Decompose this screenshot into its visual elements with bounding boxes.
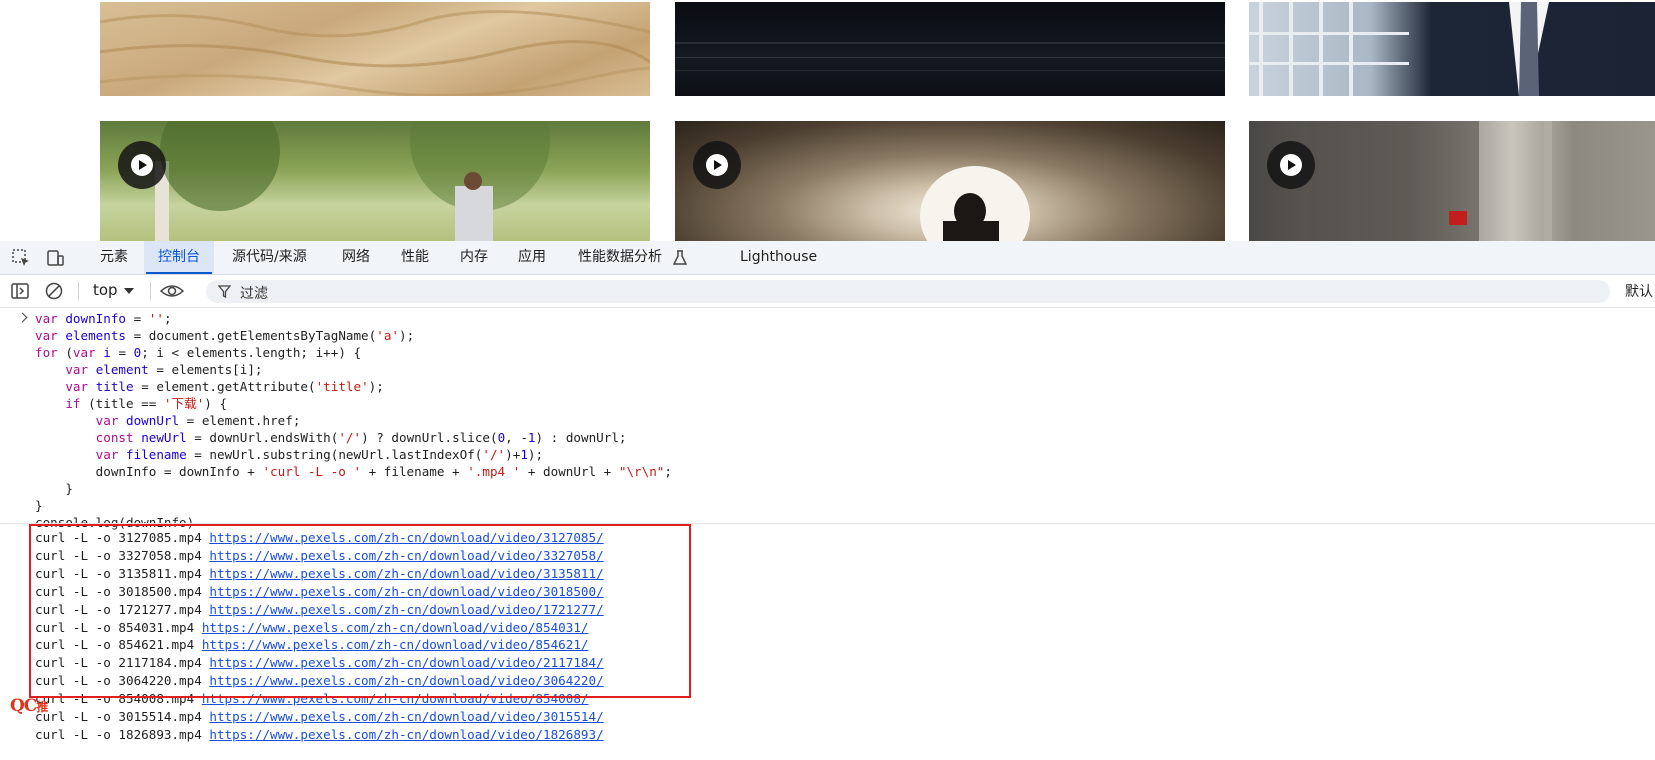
video-thumbnail-tunnel[interactable] [675, 121, 1225, 241]
code-line: var element = elements[i]; [65, 362, 263, 377]
video-thumbnail-forest[interactable] [100, 121, 650, 241]
log-line: curl -L -o 1826893.mp4 https://www.pexel… [35, 726, 604, 744]
code-line: var downUrl = element.href; [95, 413, 301, 428]
device-toolbar-icon[interactable] [44, 247, 66, 269]
code-line: } [35, 481, 73, 496]
code-line: var title = element.getAttribute('title'… [65, 379, 384, 394]
tab-application[interactable]: 应用 [518, 241, 546, 274]
video-thumbnail-businessman[interactable] [1249, 2, 1655, 96]
code-line: var filename = newUrl.substring(newUrl.l… [95, 447, 544, 462]
watermark-logo: QC推 [10, 696, 48, 716]
code-line: var downInfo = ''; [35, 311, 172, 326]
download-link[interactable]: https://www.pexels.com/zh-cn/download/vi… [209, 709, 603, 724]
live-expression-eye-icon[interactable] [159, 281, 185, 301]
tab-memory[interactable]: 内存 [460, 241, 488, 274]
play-icon [1280, 154, 1302, 176]
log-line: curl -L -o 3015514.mp4 https://www.pexel… [35, 708, 604, 726]
red-highlight-box [29, 524, 691, 698]
experiment-flask-icon [673, 250, 687, 265]
toolbar-divider [78, 282, 79, 300]
tab-network[interactable]: 网络 [342, 241, 370, 274]
curl-command: curl -L -o 1826893.mp4 [35, 726, 210, 742]
sidebar-toggle-icon[interactable] [10, 281, 30, 301]
video-thumbnail-alley[interactable] [1249, 121, 1655, 241]
chevron-right-icon [17, 312, 28, 323]
video-gallery [0, 0, 1655, 241]
inspect-element-icon[interactable] [10, 247, 32, 269]
devtools-tab-bar: 元素 控制台 源代码/来源 网络 性能 内存 应用 性能数据分析 Lightho… [0, 241, 1655, 275]
log-levels-dropdown[interactable]: 默认 [1625, 281, 1653, 301]
play-icon [706, 154, 728, 176]
download-link[interactable]: https://www.pexels.com/zh-cn/download/vi… [209, 727, 603, 742]
play-button[interactable] [1267, 141, 1315, 189]
console-output-area: var downInfo = ''; var elements = documen… [0, 308, 1655, 760]
console-toolbar: top 过滤 默认 [0, 275, 1655, 308]
tab-sources[interactable]: 源代码/来源 [232, 241, 307, 274]
filter-placeholder: 过滤 [240, 286, 268, 302]
filter-icon [218, 285, 231, 298]
code-line: for (var i = 0; i < elements.length; i++… [35, 345, 362, 360]
code-line: if (title == '下载') { [65, 396, 228, 411]
code-line: const newUrl = downUrl.endsWith('/') ? d… [95, 430, 627, 445]
console-filter-input[interactable]: 过滤 [206, 280, 1610, 303]
play-button[interactable] [118, 141, 166, 189]
play-icon [131, 154, 153, 176]
tab-elements[interactable]: 元素 [100, 241, 128, 274]
video-thumbnail-night-sea[interactable] [675, 2, 1225, 96]
console-input-code[interactable]: var downInfo = ''; var elements = documen… [35, 310, 672, 531]
code-line: downInfo = downInfo + 'curl -L -o ' + fi… [35, 464, 672, 479]
play-button[interactable] [693, 141, 741, 189]
tab-performance[interactable]: 性能 [401, 241, 429, 274]
toolbar-divider [150, 282, 151, 300]
tab-lighthouse[interactable]: Lighthouse [740, 241, 817, 274]
context-selector[interactable]: top [93, 281, 118, 299]
video-thumbnail-sand[interactable] [100, 2, 650, 96]
devtools-panel: 元素 控制台 源代码/来源 网络 性能 内存 应用 性能数据分析 Lightho… [0, 241, 1655, 760]
chevron-down-icon [124, 288, 134, 294]
tab-console[interactable]: 控制台 [146, 241, 212, 274]
tab-performance-insights[interactable]: 性能数据分析 [578, 241, 662, 274]
clear-console-icon[interactable] [44, 281, 64, 301]
curl-command: curl -L -o 3015514.mp4 [35, 709, 210, 725]
code-line: var elements = document.getElementsByTag… [35, 328, 415, 343]
code-line: } [35, 498, 43, 513]
